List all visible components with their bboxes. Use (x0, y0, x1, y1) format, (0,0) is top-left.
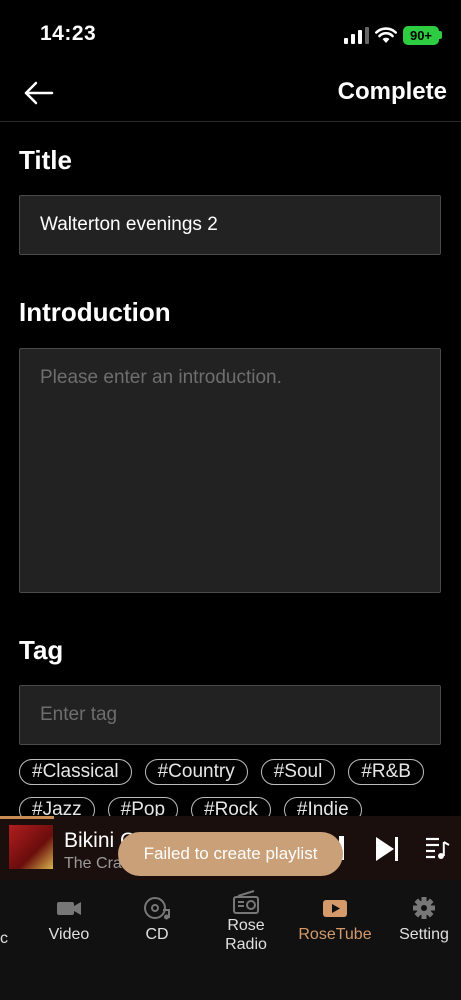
header: Complete (0, 70, 461, 122)
tag-input[interactable] (19, 685, 441, 745)
tag-chip[interactable]: #R&B (348, 759, 424, 785)
video-icon (57, 902, 81, 915)
status-time: 14:23 (40, 22, 97, 45)
back-arrow-icon[interactable] (22, 78, 56, 108)
album-art (9, 825, 53, 869)
radio-icon (233, 890, 259, 914)
nav-item-label: Rose Radio (225, 917, 267, 954)
track-artist: The Cra (64, 855, 122, 872)
nav-item-label: CD (145, 926, 169, 943)
title-label: Title (19, 145, 72, 175)
bottom-nav: c Video CD Rose Radio RoseTube Setting (0, 880, 461, 1000)
nav-item-label: RoseTube (298, 926, 372, 943)
status-bar: 14:23 90+ (0, 0, 461, 70)
tag-label: Tag (19, 635, 64, 665)
nav-item-video[interactable]: Video (24, 890, 114, 944)
nav-item-cd[interactable]: CD (112, 890, 202, 944)
queue-icon[interactable] (425, 836, 451, 860)
playback-progress (0, 816, 54, 819)
rosetube-icon (323, 900, 347, 917)
complete-button[interactable]: Complete (338, 78, 447, 106)
introduction-textarea[interactable] (19, 348, 441, 593)
nav-item-label: Setting (399, 926, 449, 943)
nav-item-label: Video (48, 926, 90, 943)
tag-chip[interactable]: #Classical (19, 759, 132, 785)
tag-chip[interactable]: #Soul (260, 759, 336, 785)
gear-icon (413, 897, 435, 919)
battery-tip (439, 31, 442, 39)
title-input[interactable] (19, 195, 441, 255)
error-toast: Failed to create playlist (118, 832, 343, 876)
nav-item-setting[interactable]: Setting (379, 890, 461, 944)
battery-indicator: 90+ (403, 26, 439, 45)
cd-icon (144, 897, 170, 920)
tag-row: #Classical #Country #Soul #R&B (19, 759, 449, 785)
next-track-icon[interactable] (374, 836, 400, 862)
tag-chip[interactable]: #Country (144, 759, 248, 785)
introduction-label: Introduction (19, 297, 171, 327)
nav-item-partial-label: c (0, 930, 8, 947)
signal-icon (344, 27, 369, 44)
nav-item-rosetube[interactable]: RoseTube (290, 890, 380, 944)
nav-item-rose-radio[interactable]: Rose Radio (201, 884, 291, 954)
wifi-icon (375, 27, 397, 43)
